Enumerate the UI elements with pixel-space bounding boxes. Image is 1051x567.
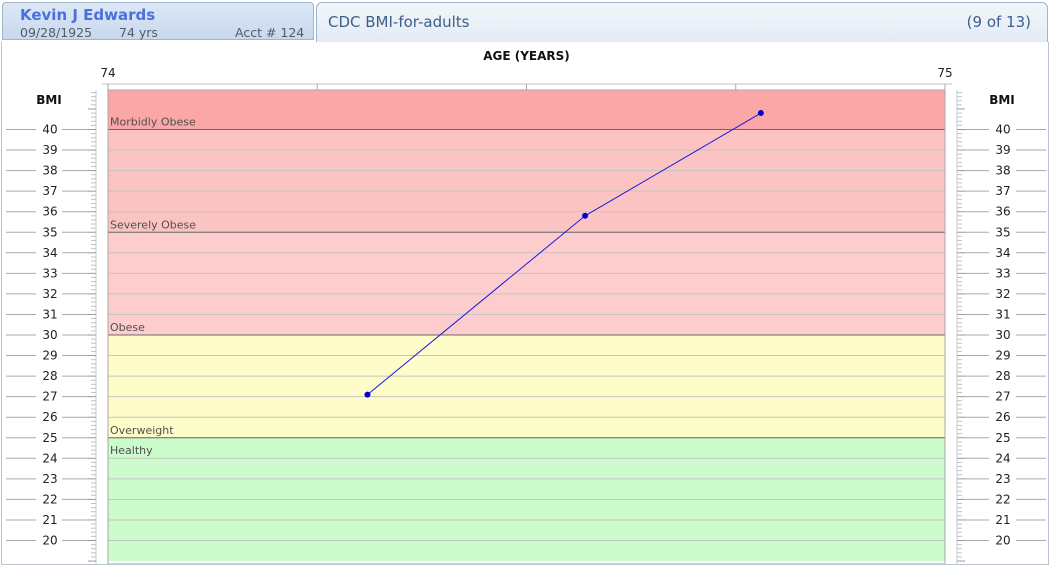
zone-label: Healthy	[110, 444, 153, 457]
header: Kevin J Edwards 09/28/1925 74 yrs Acct #…	[0, 0, 1051, 42]
zone-band	[108, 232, 945, 335]
patient-name: Kevin J Edwards	[20, 6, 156, 24]
y-tick-label-right: 26	[995, 410, 1010, 424]
y-tick-label-left: 33	[42, 266, 57, 280]
zone-label: Severely Obese	[110, 218, 196, 231]
y-tick-label-left: 31	[42, 307, 57, 321]
x-tick-label: 75	[937, 66, 952, 80]
zone-band	[108, 129, 945, 233]
y-tick-label-left: 27	[42, 390, 57, 404]
patient-dob: 09/28/1925	[20, 25, 93, 40]
patient-tab[interactable]: Kevin J Edwards 09/28/1925 74 yrs Acct #…	[2, 2, 314, 40]
zone-label: Morbidly Obese	[110, 116, 196, 129]
bmi-data-point	[364, 391, 371, 398]
y-tick-label-right: 22	[995, 492, 1010, 506]
y-tick-label-right: 27	[995, 390, 1010, 404]
y-tick-label-left: 26	[42, 410, 57, 424]
y-tick-label-left: 20	[42, 534, 57, 548]
x-axis-label: AGE (YEARS)	[483, 49, 570, 63]
y-tick-label-left: 40	[42, 123, 57, 137]
y-tick-label-left: 32	[42, 287, 57, 301]
y-tick-label-left: 30	[42, 328, 57, 342]
y-tick-label-right: 35	[995, 225, 1010, 239]
y-axis-label-right: BMI	[989, 93, 1015, 107]
y-tick-label-right: 24	[995, 451, 1010, 465]
bmi-chart: Healthy Overweight Obese Severely Obese Morb…	[6, 49, 1046, 564]
y-tick-label-left: 29	[42, 349, 57, 363]
y-tick-label-right: 25	[995, 431, 1010, 445]
y-tick-label-left: 36	[42, 205, 57, 219]
y-tick-label-left: 39	[42, 143, 57, 157]
y-tick-label-right: 32	[995, 287, 1010, 301]
chart-tab[interactable]: CDC BMI-for-adults (9 of 13)	[316, 2, 1048, 42]
chart-frame: Healthy Overweight Obese Severely Obese Morb…	[1, 42, 1049, 565]
y-tick-label-left: 22	[42, 492, 57, 506]
y-tick-label-right: 39	[995, 143, 1010, 157]
y-axis-label-left: BMI	[36, 93, 62, 107]
y-tick-label-left: 34	[42, 246, 57, 260]
y-tick-label-right: 23	[995, 472, 1010, 486]
zone-label: Overweight	[110, 424, 174, 437]
patient-account: Acct # 124	[235, 25, 305, 40]
y-tick-label-right: 36	[995, 205, 1010, 219]
y-tick-label-left: 21	[42, 513, 57, 527]
x-tick-label: 74	[100, 66, 115, 80]
y-tick-label-left: 28	[42, 369, 57, 383]
y-tick-label-right: 40	[995, 123, 1010, 137]
y-tick-label-right: 33	[995, 266, 1010, 280]
y-tick-label-left: 35	[42, 225, 57, 239]
zone-band	[108, 90, 945, 130]
y-tick-label-right: 37	[995, 184, 1010, 198]
zone-band	[108, 335, 945, 438]
bmi-data-point	[757, 110, 764, 117]
y-tick-label-right: 20	[995, 534, 1010, 548]
chart-position: (9 of 13)	[966, 13, 1031, 31]
chart-title: CDC BMI-for-adults	[328, 13, 470, 31]
y-tick-label-left: 23	[42, 472, 57, 486]
bmi-data-point	[582, 212, 589, 219]
patient-age: 74 yrs	[119, 25, 158, 40]
zone-label: Obese	[110, 321, 145, 334]
y-tick-label-right: 28	[995, 369, 1010, 383]
y-tick-label-right: 30	[995, 328, 1010, 342]
y-tick-label-right: 29	[995, 349, 1010, 363]
y-tick-label-left: 24	[42, 451, 57, 465]
y-tick-label-right: 34	[995, 246, 1010, 260]
y-tick-label-right: 38	[995, 164, 1010, 178]
y-tick-label-right: 31	[995, 307, 1010, 321]
y-tick-label-left: 25	[42, 431, 57, 445]
y-tick-label-left: 37	[42, 184, 57, 198]
y-tick-label-left: 38	[42, 164, 57, 178]
y-tick-label-right: 21	[995, 513, 1010, 527]
